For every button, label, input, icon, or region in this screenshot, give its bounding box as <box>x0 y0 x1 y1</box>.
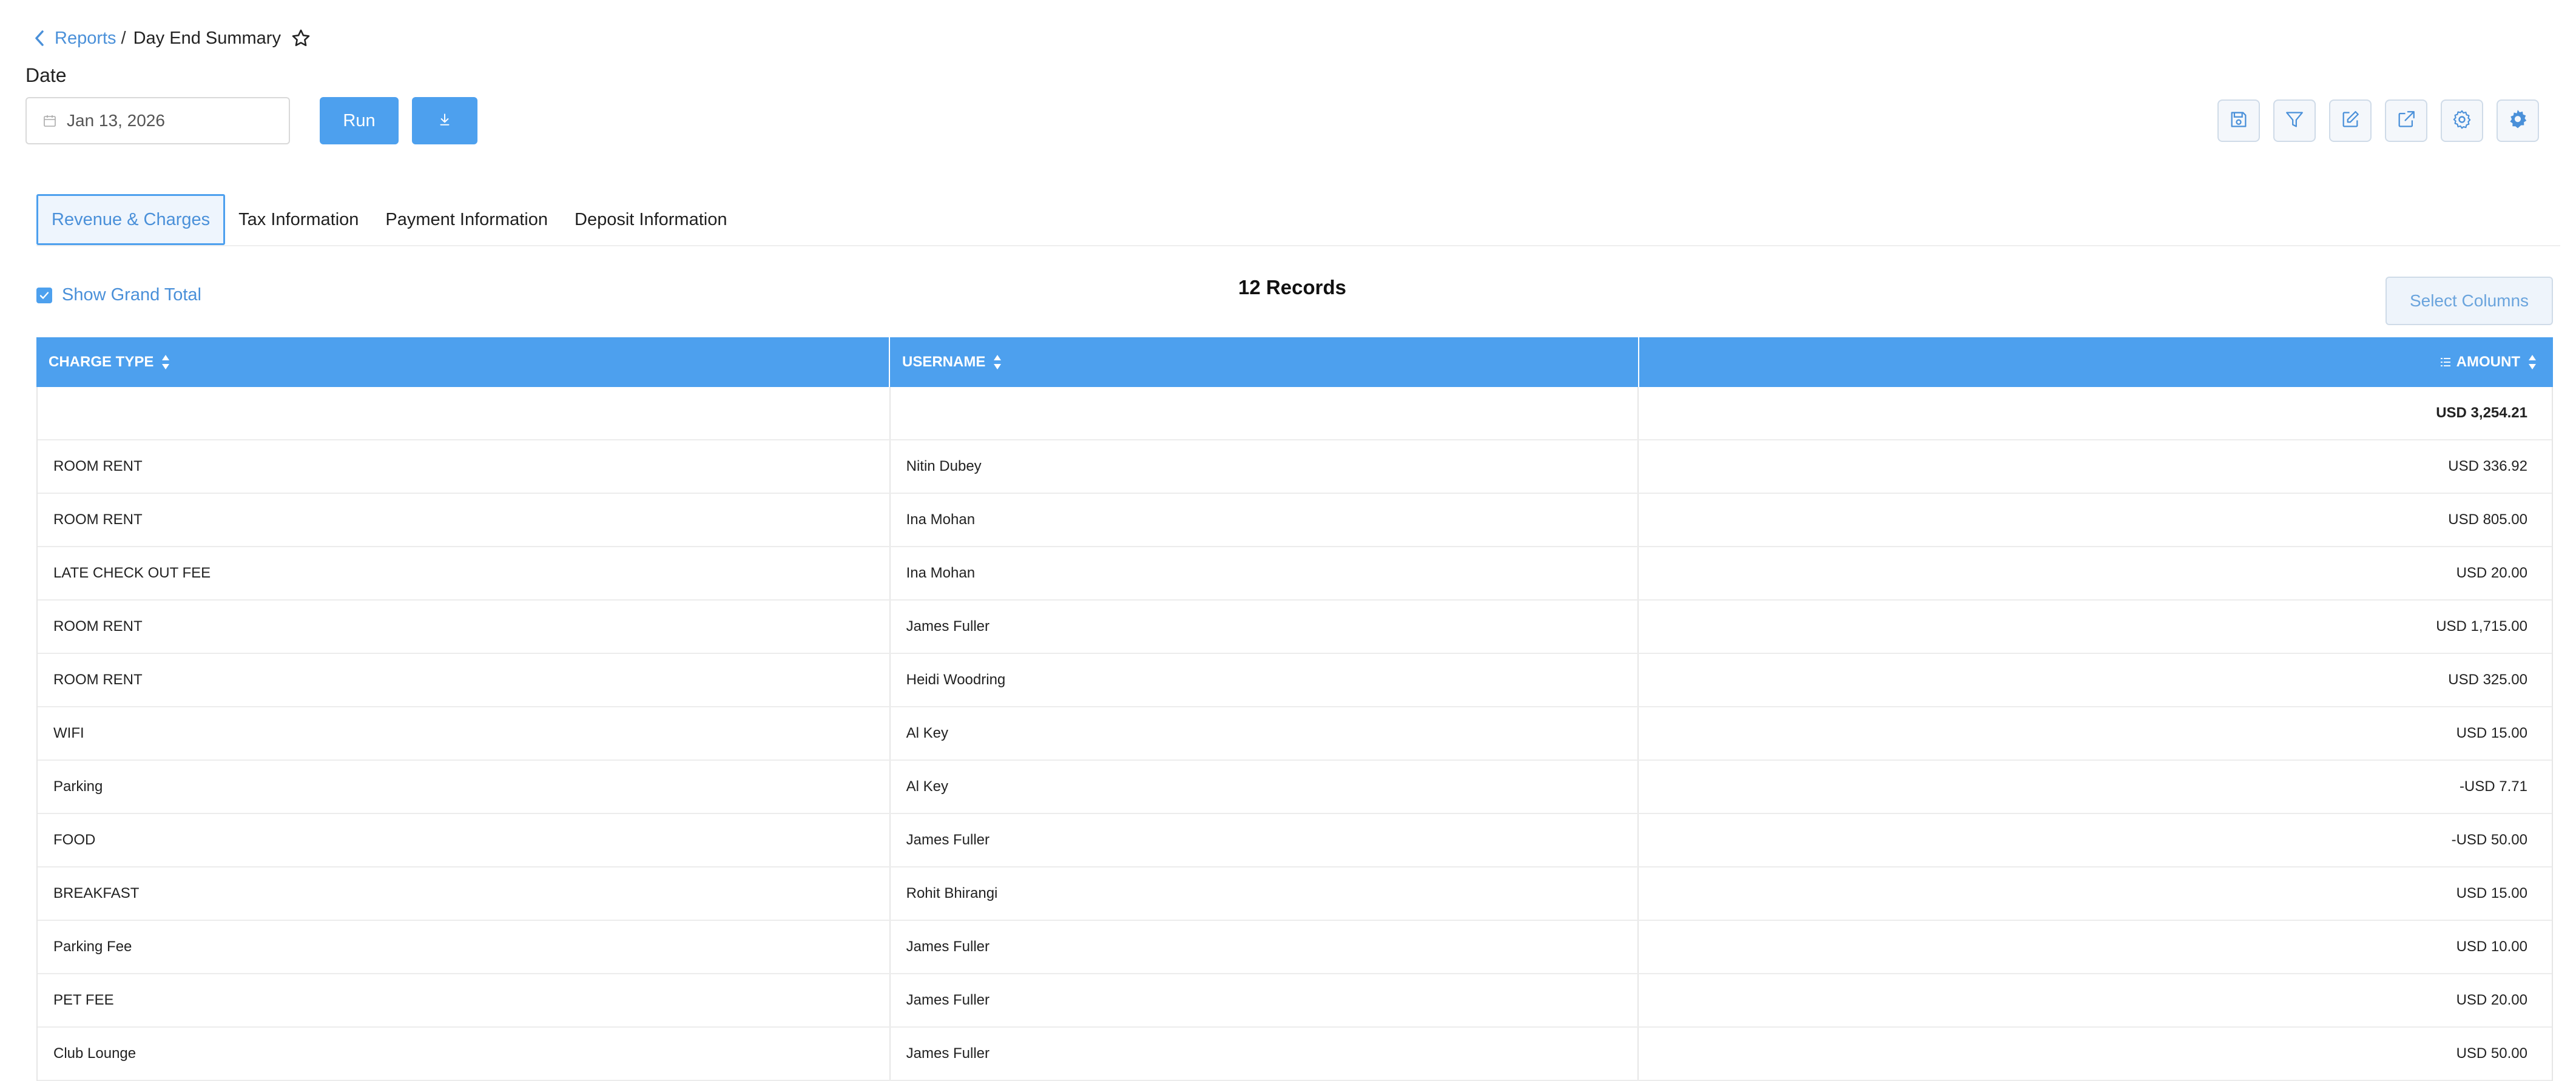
amount-cell: USD 15.00 <box>2456 885 2527 901</box>
amount-cell: USD 20.00 <box>2456 992 2527 1008</box>
external-link-icon <box>2396 109 2416 133</box>
table-body: USD 3,254.21 ROOM RENT Nitin Dubey USD 336… <box>36 387 2553 1081</box>
amount-cell: USD 336.92 <box>2448 458 2527 474</box>
table-header: CHARGE TYPE USERNAME AMOUNT <box>36 337 2553 387</box>
table-row[interactable]: Club Lounge James Fuller USD 50.00 <box>38 1028 2552 1081</box>
page-title: Day End Summary <box>133 28 281 48</box>
cog-settings-icon <box>2506 108 2529 134</box>
charges-table: CHARGE TYPE USERNAME AMOUNT USD 3,254.21… <box>36 337 2553 1081</box>
table-row[interactable]: ROOM RENT James Fuller USD 1,715.00 <box>38 601 2552 654</box>
download-button[interactable] <box>412 97 477 144</box>
charge-type-cell: ROOM RENT <box>38 440 891 493</box>
export-button[interactable] <box>2385 99 2427 142</box>
charge-type-cell: Parking <box>38 761 891 813</box>
column-header-label: USERNAME <box>902 354 986 370</box>
amount-cell: -USD 7.71 <box>2459 778 2527 795</box>
report-tabs: Revenue & Charges Tax Information Paymen… <box>36 194 740 245</box>
amount-cell: USD 805.00 <box>2448 511 2527 528</box>
save-icon <box>2228 109 2249 133</box>
charge-type-cell: Parking Fee <box>38 921 891 973</box>
tab-revenue-charges[interactable]: Revenue & Charges <box>36 194 226 245</box>
date-picker-input[interactable]: Jan 13, 2026 <box>25 97 290 144</box>
breadcrumb: Reports / Day End Summary <box>30 24 311 52</box>
table-row[interactable]: Parking Al Key -USD 7.71 <box>38 761 2552 814</box>
table-row[interactable]: ROOM RENT Ina Mohan USD 805.00 <box>38 494 2552 547</box>
charge-type-cell: Club Lounge <box>38 1028 891 1080</box>
date-value: Jan 13, 2026 <box>67 111 165 130</box>
username-cell: Nitin Dubey <box>891 440 1639 493</box>
column-header-amount[interactable]: AMOUNT <box>1639 337 2553 387</box>
download-icon <box>437 112 453 130</box>
table-row[interactable]: ROOM RENT Heidi Woodring USD 325.00 <box>38 654 2552 707</box>
table-cell <box>891 387 1639 439</box>
table-row[interactable]: FOOD James Fuller -USD 50.00 <box>38 814 2552 867</box>
settings-icon <box>2451 109 2473 133</box>
username-cell: Al Key <box>891 761 1639 813</box>
amount-cell: USD 20.00 <box>2456 565 2527 581</box>
amount-cell: -USD 50.00 <box>2451 832 2527 848</box>
records-count: 12 Records <box>1238 276 1346 298</box>
table-row[interactable]: Parking Fee James Fuller USD 10.00 <box>38 921 2552 974</box>
sort-icon[interactable] <box>993 353 1002 371</box>
username-cell: James Fuller <box>891 814 1639 866</box>
chevron-left-icon[interactable] <box>30 29 49 47</box>
username-cell: Rohit Bhirangi <box>891 867 1639 920</box>
charge-type-cell: FOOD <box>38 814 891 866</box>
charge-type-cell: LATE CHECK OUT FEE <box>38 547 891 599</box>
tab-payment-information[interactable]: Payment Information <box>372 194 561 245</box>
username-cell: James Fuller <box>891 601 1639 653</box>
username-cell: James Fuller <box>891 974 1639 1026</box>
grand-total-amount: USD 3,254.21 <box>2436 405 2527 421</box>
settings-button[interactable] <box>2441 99 2483 142</box>
amount-cell: USD 1,715.00 <box>2436 618 2527 635</box>
username-cell: Heidi Woodring <box>891 654 1639 706</box>
filter-icon <box>2284 109 2305 133</box>
amount-cell: USD 15.00 <box>2456 725 2527 741</box>
calendar-icon <box>42 113 57 128</box>
select-columns-button[interactable]: Select Columns <box>2385 277 2553 325</box>
save-button[interactable] <box>2217 99 2260 142</box>
column-header-label: AMOUNT <box>2456 354 2520 370</box>
table-row[interactable]: WIFI Al Key USD 15.00 <box>38 707 2552 761</box>
run-button[interactable]: Run <box>320 97 399 144</box>
charge-type-cell: WIFI <box>38 707 891 759</box>
tab-deposit-information[interactable]: Deposit Information <box>561 194 740 245</box>
tab-divider <box>36 245 2560 246</box>
edit-icon <box>2340 109 2361 133</box>
charge-type-cell: ROOM RENT <box>38 601 891 653</box>
date-label: Date <box>25 64 67 86</box>
charge-type-cell: PET FEE <box>38 974 891 1026</box>
star-icon[interactable] <box>291 28 311 49</box>
breadcrumb-separator: / <box>121 28 126 48</box>
table-cell <box>38 387 891 439</box>
table-row[interactable]: BREAKFAST Rohit Bhirangi USD 15.00 <box>38 867 2552 921</box>
amount-cell: USD 10.00 <box>2456 938 2527 955</box>
column-header-charge-type[interactable]: CHARGE TYPE <box>36 337 890 387</box>
align-right-icon <box>2439 356 2452 368</box>
tab-tax-information[interactable]: Tax Information <box>225 194 372 245</box>
charge-type-cell: ROOM RENT <box>38 494 891 546</box>
charge-type-cell: BREAKFAST <box>38 867 891 920</box>
breadcrumb-reports-link[interactable]: Reports <box>55 29 116 49</box>
column-header-label: CHARGE TYPE <box>49 354 154 370</box>
table-row[interactable]: ROOM RENT Nitin Dubey USD 336.92 <box>38 440 2552 494</box>
grand-total-row: USD 3,254.21 <box>38 387 2552 440</box>
username-cell: Ina Mohan <box>891 494 1639 546</box>
filter-button[interactable] <box>2273 99 2316 142</box>
edit-button[interactable] <box>2329 99 2372 142</box>
table-row[interactable]: PET FEE James Fuller USD 20.00 <box>38 974 2552 1028</box>
username-cell: James Fuller <box>891 1028 1639 1080</box>
sort-icon[interactable] <box>161 353 170 371</box>
sort-icon[interactable] <box>2527 353 2537 371</box>
charge-type-cell: ROOM RENT <box>38 654 891 706</box>
amount-cell: USD 325.00 <box>2448 672 2527 688</box>
table-row[interactable]: LATE CHECK OUT FEE Ina Mohan USD 20.00 <box>38 547 2552 601</box>
advanced-settings-button[interactable] <box>2497 99 2539 142</box>
column-header-username[interactable]: USERNAME <box>890 337 1639 387</box>
username-cell: Al Key <box>891 707 1639 759</box>
amount-cell: USD 50.00 <box>2456 1045 2527 1062</box>
username-cell: Ina Mohan <box>891 547 1639 599</box>
username-cell: James Fuller <box>891 921 1639 973</box>
